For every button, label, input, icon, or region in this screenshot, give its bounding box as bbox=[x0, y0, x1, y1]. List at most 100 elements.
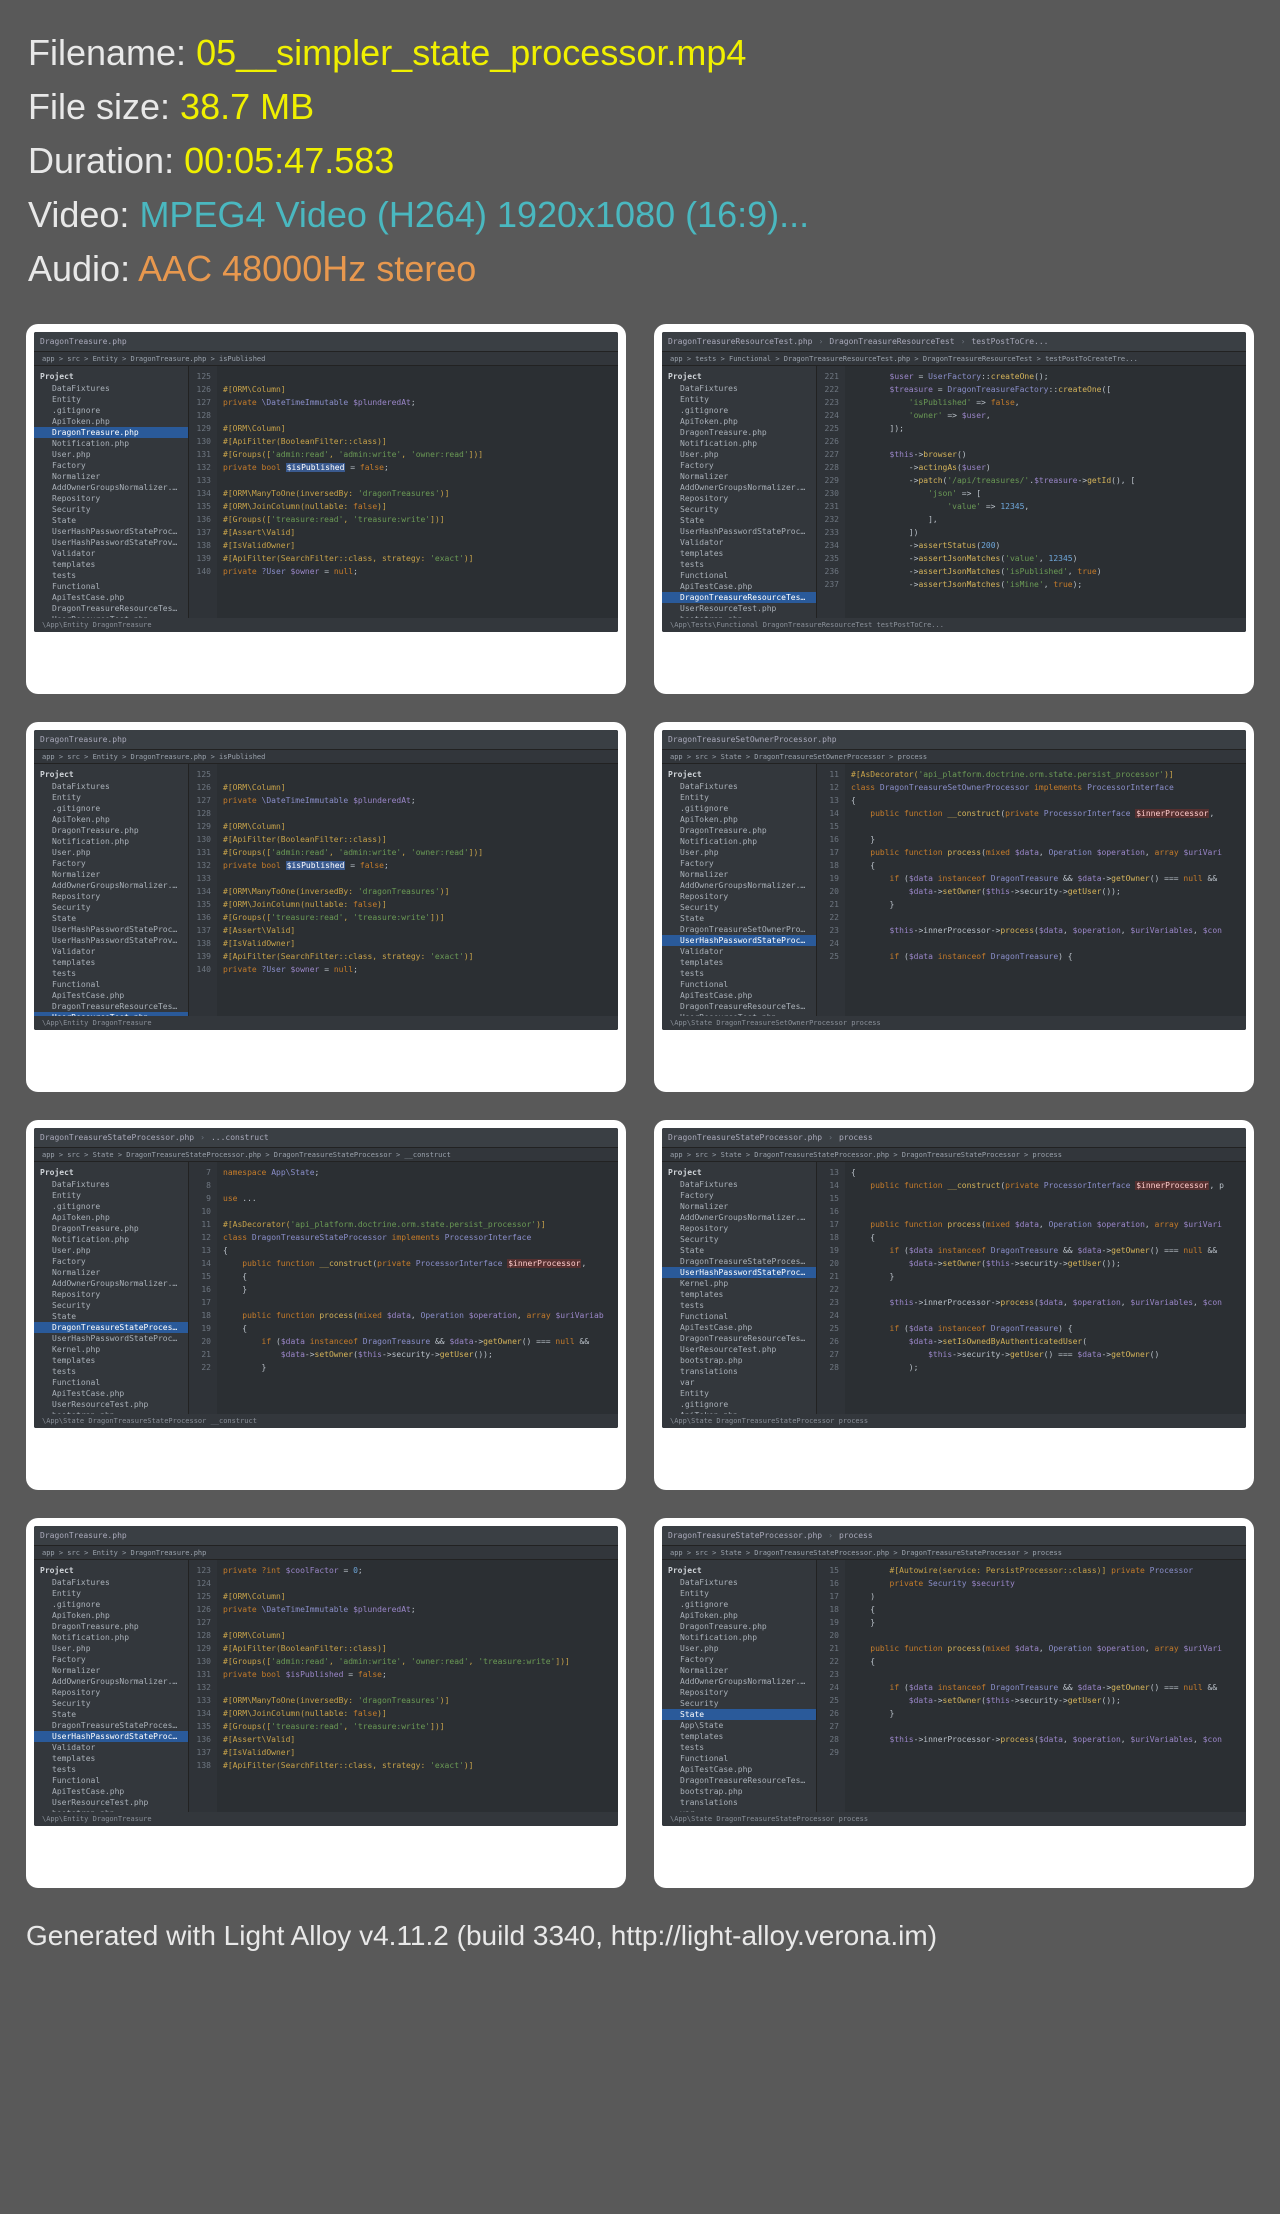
sidebar-item: Functional bbox=[662, 1311, 816, 1322]
meta-value: 38.7 MB bbox=[180, 86, 314, 127]
code-editor: 111213141516171819202122232425 #[AsDecor… bbox=[817, 764, 1246, 1016]
timestamp-label: 00:05:25.852 bbox=[662, 1826, 1246, 1880]
sidebar-item: State bbox=[662, 1709, 816, 1720]
sidebar-item: Validator bbox=[34, 1742, 188, 1753]
editor-tab: DragonTreasure.php bbox=[40, 1531, 127, 1540]
sidebar-item: translations bbox=[662, 1797, 816, 1808]
sidebar-item: DragonTreasureResourceTest.php bbox=[662, 592, 816, 603]
sidebar-item: ApiTestCase.php bbox=[34, 592, 188, 603]
sidebar-item: DataFixtures bbox=[34, 1577, 188, 1588]
sidebar-item: DataFixtures bbox=[662, 383, 816, 394]
ide-screenshot: DragonTreasureSetOwnerProcessor.php app … bbox=[662, 730, 1246, 1030]
sidebar-item: Entity bbox=[34, 394, 188, 405]
sidebar-item: ApiTestCase.php bbox=[662, 1764, 816, 1775]
sidebar-item: Entity bbox=[34, 1190, 188, 1201]
sidebar-item: Notification.php bbox=[34, 438, 188, 449]
code-editor: 2212222232242252262272282292302312322332… bbox=[817, 366, 1246, 618]
thumbnail-cell: DragonTreasure.php app > src > Entity > … bbox=[26, 324, 626, 694]
sidebar-item: UserHashPasswordStateProcessor.php bbox=[662, 935, 816, 946]
sidebar-item: Normalizer bbox=[34, 471, 188, 482]
sidebar-item: Functional bbox=[662, 979, 816, 990]
code-content: { public function __construct(private Pr… bbox=[845, 1162, 1246, 1414]
sidebar-item: Kernel.php bbox=[34, 1344, 188, 1355]
sidebar-item: ApiToken.php bbox=[34, 814, 188, 825]
sidebar-item: tests bbox=[662, 1742, 816, 1753]
sidebar-item: UserHashPasswordStateProcessor.php bbox=[34, 924, 188, 935]
sidebar-item: UserResourceTest.php bbox=[662, 603, 816, 614]
sidebar-item: ApiToken.php bbox=[662, 814, 816, 825]
sidebar-item: templates bbox=[34, 1753, 188, 1764]
ide-screenshot: DragonTreasureStateProcessor.php›process… bbox=[662, 1128, 1246, 1428]
ide-screenshot: DragonTreasureResourceTest.php›DragonTre… bbox=[662, 332, 1246, 632]
meta-video: Video: MPEG4 Video (H264) 1920x1080 (16:… bbox=[28, 188, 1252, 242]
thumbnail-cell: DragonTreasureStateProcessor.php›process… bbox=[654, 1518, 1254, 1888]
sidebar-item: UserHashPasswordStateProcessor.php bbox=[662, 1267, 816, 1278]
ide-statusbar: \App\State DragonTreasureStateProcessor … bbox=[34, 1414, 618, 1428]
thumbnail-frame: DragonTreasureResourceTest.php›DragonTre… bbox=[654, 324, 1254, 694]
sidebar-item: UserHashPasswordStateProcessor.php bbox=[662, 526, 816, 537]
meta-filename: Filename: 05__simpler_state_processor.mp… bbox=[28, 26, 1252, 80]
sidebar-item: tests bbox=[34, 570, 188, 581]
sidebar-item: Repository bbox=[34, 1687, 188, 1698]
thumbnail-grid: DragonTreasure.php app > src > Entity > … bbox=[0, 312, 1280, 1908]
breadcrumb: app > tests > Functional > DragonTreasur… bbox=[662, 352, 1246, 366]
ide-titlebar: DragonTreasureSetOwnerProcessor.php bbox=[662, 730, 1246, 750]
sidebar-item: Normalizer bbox=[662, 471, 816, 482]
timestamp-label: 00:03:58.958 bbox=[662, 1428, 1246, 1482]
sidebar-item: Functional bbox=[34, 1377, 188, 1388]
editor-tab: testPostToCre... bbox=[971, 337, 1048, 346]
sidebar-item: UserHashPasswordStateProcessor.php bbox=[34, 1731, 188, 1742]
code-content: $user = UserFactory::createOne(); $treas… bbox=[845, 366, 1246, 618]
code-editor: 1231241251261271281291301311321331341351… bbox=[189, 1560, 618, 1812]
code-content: #[Autowire(service: PersistProcessor::cl… bbox=[845, 1560, 1246, 1812]
sidebar-item: tests bbox=[34, 1366, 188, 1377]
sidebar-item: State bbox=[662, 515, 816, 526]
sidebar-item: Functional bbox=[662, 570, 816, 581]
editor-tab: DragonTreasureResourceTest bbox=[829, 337, 954, 346]
sidebar-item: Validator bbox=[662, 537, 816, 548]
sidebar-item: State bbox=[34, 1311, 188, 1322]
ide-statusbar: \App\State DragonTreasureSetOwnerProcess… bbox=[662, 1016, 1246, 1030]
meta-value: AAC 48000Hz stereo bbox=[138, 248, 476, 289]
sidebar-item: DragonTreasure.php bbox=[662, 1621, 816, 1632]
sidebar-item: Factory bbox=[34, 1256, 188, 1267]
sidebar-item: Repository bbox=[34, 1289, 188, 1300]
meta-audio: Audio: AAC 48000Hz stereo bbox=[28, 242, 1252, 296]
line-gutter: 151617181920212223242526272829 bbox=[817, 1560, 845, 1812]
sidebar-item: Validator bbox=[34, 548, 188, 559]
thumbnail-frame: DragonTreasure.php app > src > Entity > … bbox=[26, 722, 626, 1092]
meta-value: MPEG4 Video (H264) 1920x1080 (16:9)... bbox=[139, 194, 809, 235]
sidebar-item: ApiTestCase.php bbox=[662, 1322, 816, 1333]
sidebar-item: Factory bbox=[34, 460, 188, 471]
project-tree: ProjectDataFixturesEntity.gitignoreApiTo… bbox=[34, 1162, 189, 1414]
sidebar-item: templates bbox=[662, 548, 816, 559]
sidebar-item: Notification.php bbox=[34, 1632, 188, 1643]
sidebar-item: UserHashPasswordStateProcessor.php bbox=[34, 1333, 188, 1344]
sidebar-item: UserHashPasswordStateProcessor.php bbox=[34, 526, 188, 537]
sidebar-item: AddOwnerGroupsNormalizer.php bbox=[34, 482, 188, 493]
sidebar-item: UserHashPasswordStateProvider.php bbox=[34, 935, 188, 946]
code-editor: 13141516171819202122232425262728 { publi… bbox=[817, 1162, 1246, 1414]
sidebar-item: DragonTreasureStateProcessor.php bbox=[34, 1322, 188, 1333]
ide-titlebar: DragonTreasure.php bbox=[34, 332, 618, 352]
ide-titlebar: DragonTreasure.php bbox=[34, 730, 618, 750]
sidebar-item: UserHashPasswordStateProvider.php bbox=[34, 537, 188, 548]
code-content: #[ORM\Column]private \DateTimeImmutable … bbox=[217, 764, 618, 1016]
sidebar-item: Normalizer bbox=[34, 1267, 188, 1278]
sidebar-item: ApiTestCase.php bbox=[34, 990, 188, 1001]
editor-tab: DragonTreasureStateProcessor.php bbox=[668, 1133, 822, 1142]
editor-tab: ...construct bbox=[211, 1133, 269, 1142]
sidebar-item: Validator bbox=[662, 946, 816, 957]
sidebar-item: User.php bbox=[34, 847, 188, 858]
generator-footer: Generated with Light Alloy v4.11.2 (buil… bbox=[0, 1908, 1280, 1982]
ide-titlebar: DragonTreasureStateProcessor.php›...cons… bbox=[34, 1128, 618, 1148]
sidebar-item: Project bbox=[34, 768, 188, 781]
sidebar-item: templates bbox=[662, 1731, 816, 1742]
editor-tab: DragonTreasureStateProcessor.php bbox=[40, 1133, 194, 1142]
sidebar-item: var bbox=[662, 1377, 816, 1388]
project-tree: ProjectDataFixturesEntity.gitignoreApiTo… bbox=[662, 1560, 817, 1812]
sidebar-item: Repository bbox=[662, 891, 816, 902]
sidebar-item: .gitignore bbox=[34, 1201, 188, 1212]
project-tree: ProjectDataFixturesFactoryNormalizerAddO… bbox=[662, 1162, 817, 1414]
sidebar-item: DragonTreasure.php bbox=[662, 825, 816, 836]
